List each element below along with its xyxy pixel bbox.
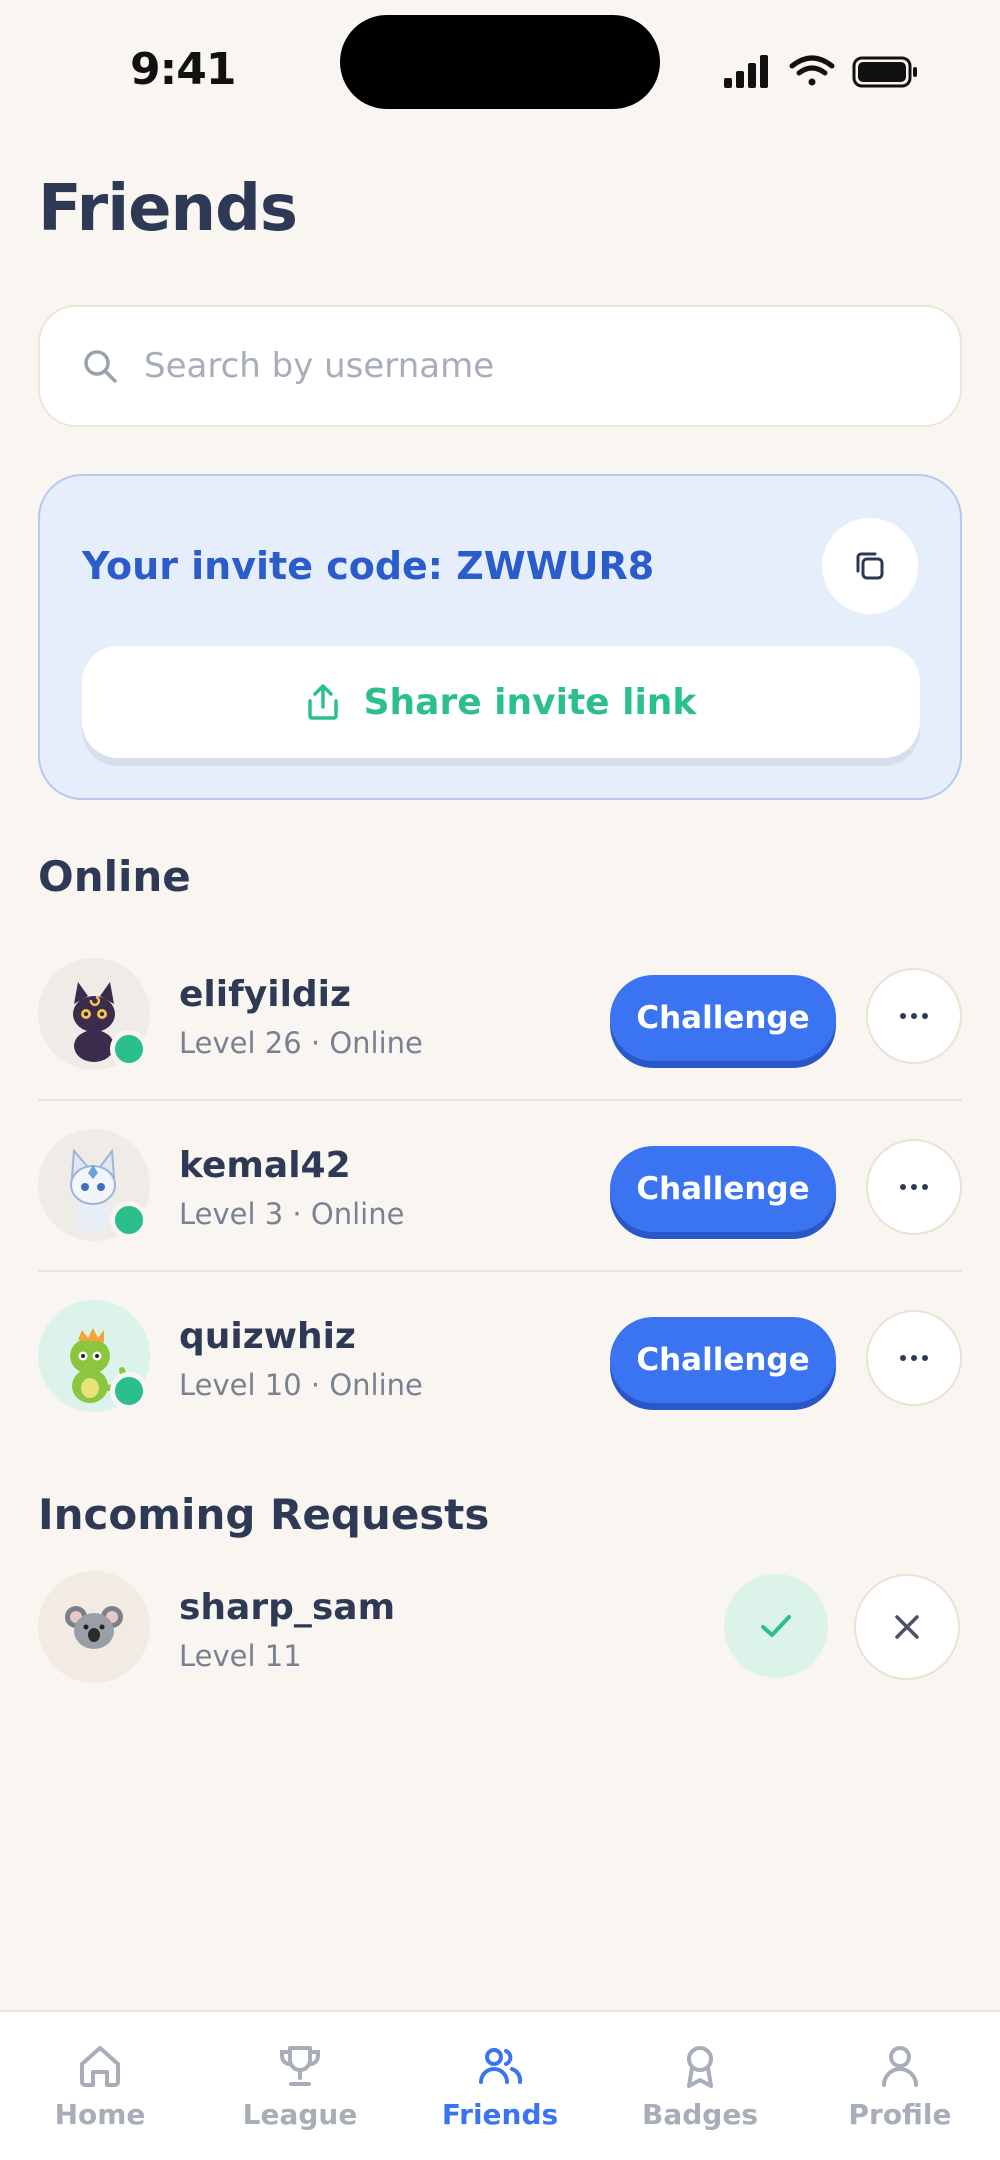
accept-request-button[interactable] (724, 1574, 828, 1678)
copy-code-button[interactable] (822, 518, 918, 614)
more-icon (900, 1355, 928, 1361)
request-name: sharp_sam (179, 1587, 396, 1628)
search-input[interactable] (144, 346, 904, 386)
friend-row: elifyildiz Level 26 · Online Challenge (38, 930, 962, 1101)
koala-avatar (38, 1571, 150, 1683)
more-options-button[interactable] (866, 1310, 962, 1406)
wifi-icon (789, 55, 835, 86)
friend-name: quizwhiz (179, 1316, 356, 1357)
share-invite-label: Share invite link (363, 681, 697, 723)
tab-badges[interactable]: Badges (600, 2012, 800, 2160)
share-invite-button[interactable]: Share invite link (82, 646, 920, 758)
tab-home[interactable]: Home (0, 2012, 200, 2160)
check-icon (761, 1615, 791, 1637)
friend-level: Level 3 · Online (179, 1197, 405, 1231)
status-time: 9:41 (130, 44, 236, 95)
more-options-button[interactable] (866, 1139, 962, 1235)
avatar-wrapper (38, 958, 150, 1070)
tab-profile[interactable]: Profile (800, 2012, 1000, 2160)
more-options-button[interactable] (866, 968, 962, 1064)
close-icon (895, 1615, 919, 1639)
section-title-online: Online (38, 852, 191, 901)
tab-label: Profile (848, 2098, 952, 2131)
trophy-icon (280, 2046, 320, 2086)
share-icon (307, 684, 338, 720)
challenge-button[interactable]: Challenge (610, 1146, 836, 1232)
tab-league[interactable]: League (200, 2012, 400, 2160)
online-indicator (110, 1201, 148, 1239)
more-icon (900, 1013, 928, 1019)
decline-request-button[interactable] (854, 1574, 960, 1680)
home-icon (80, 2046, 120, 2087)
friend-level: Level 10 · Online (179, 1368, 423, 1402)
dynamic-island (340, 15, 660, 109)
avatar-wrapper (38, 1300, 150, 1412)
challenge-button[interactable]: Challenge (610, 1317, 836, 1403)
signal-icon (724, 55, 768, 88)
tab-label: League (242, 2098, 358, 2131)
challenge-button[interactable]: Challenge (610, 975, 836, 1061)
section-title-requests: Incoming Requests (38, 1490, 490, 1539)
friend-level: Level 26 · Online (179, 1026, 423, 1060)
request-row: sharp_sam Level 11 (38, 1543, 962, 1714)
battery-icon (852, 56, 917, 88)
online-indicator (110, 1030, 148, 1068)
invite-card: Your invite code: ZWWUR8 Share invite li… (38, 474, 962, 800)
friend-name: elifyildiz (179, 974, 351, 1015)
status-icons (724, 55, 917, 88)
online-indicator (110, 1372, 148, 1410)
tab-label: Friends (441, 2098, 559, 2131)
copy-icon (856, 552, 884, 580)
friend-row: kemal42 Level 3 · Online Challenge (38, 1101, 962, 1272)
more-icon (900, 1184, 928, 1190)
tab-bar: Home League Friends Badges Profile (0, 2010, 1000, 2160)
page-title: Friends (38, 172, 298, 246)
friends-screen: 9:41 Friends Your invite code: ZWWU (0, 0, 1000, 2160)
badge-icon (687, 2046, 713, 2088)
search-icon (84, 350, 117, 383)
request-level: Level 11 (179, 1639, 302, 1673)
tab-label: Badges (642, 2098, 758, 2131)
friends-icon (479, 2048, 523, 2084)
friend-row: quizwhiz Level 10 · Online Challenge (38, 1272, 962, 1443)
search-box[interactable] (38, 305, 962, 427)
avatar-wrapper (38, 1129, 150, 1241)
friend-name: kemal42 (179, 1145, 351, 1186)
profile-icon (882, 2046, 918, 2087)
tab-label: Home (54, 2098, 146, 2131)
tab-friends[interactable]: Friends (400, 2012, 600, 2160)
invite-code-label: Your invite code: ZWWUR8 (82, 544, 655, 588)
